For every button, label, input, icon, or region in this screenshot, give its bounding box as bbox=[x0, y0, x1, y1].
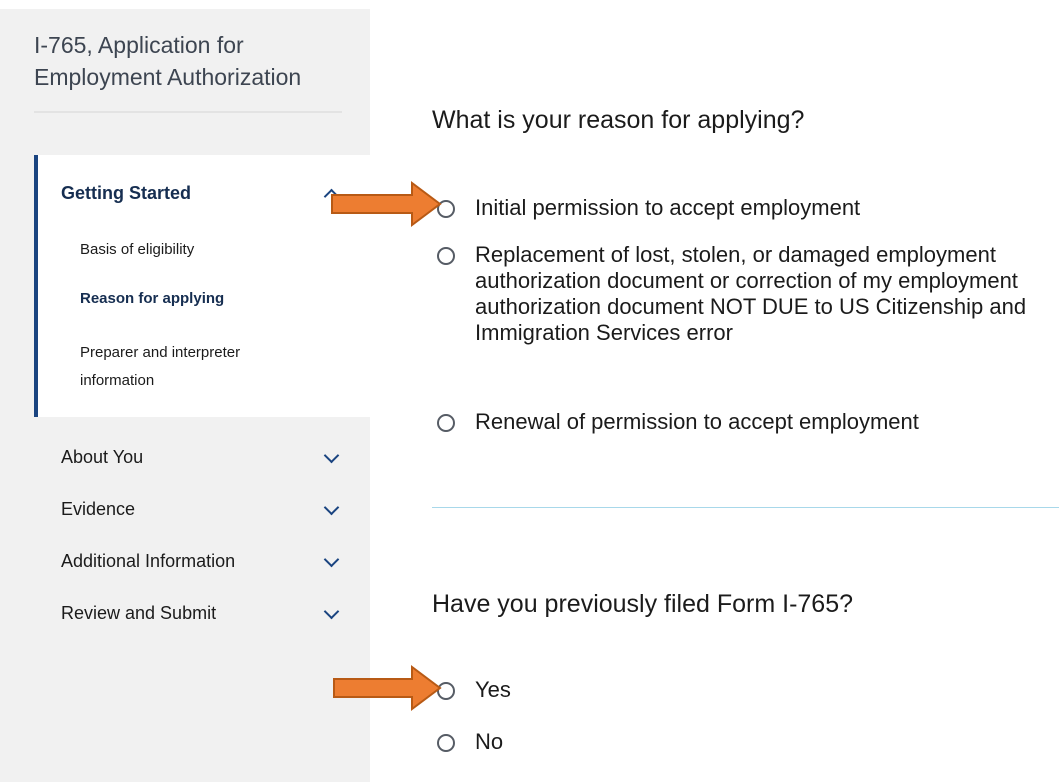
annotation-arrow-icon bbox=[333, 665, 442, 711]
chevron-down-icon bbox=[323, 447, 340, 463]
sidebar-section-about-you[interactable]: About You bbox=[61, 447, 341, 468]
sidebar-item-basis-of-eligibility[interactable]: Basis of eligibility bbox=[80, 236, 310, 264]
chevron-down-icon bbox=[323, 603, 340, 619]
sidebar-item-reason-for-applying[interactable]: Reason for applying bbox=[80, 285, 310, 313]
sidebar-section-label: Additional Information bbox=[61, 551, 236, 571]
radio-button[interactable] bbox=[437, 247, 455, 265]
annotation-arrow-icon bbox=[331, 181, 442, 227]
sidebar-divider bbox=[34, 111, 342, 113]
sidebar-nav: I-765, Application for Employment Author… bbox=[0, 9, 374, 782]
radio-button[interactable] bbox=[437, 414, 455, 432]
chevron-down-icon bbox=[323, 499, 340, 515]
sidebar-section-getting-started[interactable]: Getting Started bbox=[61, 183, 341, 204]
radio-option-renewal[interactable]: Renewal of permission to accept employme… bbox=[437, 409, 1047, 435]
arrow-shape bbox=[331, 181, 442, 227]
sidebar-item-preparer-and-interpreter[interactable]: Preparer and interpreter information bbox=[80, 339, 310, 395]
radio-label: Initial permission to accept employment bbox=[475, 195, 861, 220]
radio-label: Yes bbox=[475, 677, 511, 702]
radio-label: No bbox=[475, 729, 504, 754]
sidebar-section-label: Evidence bbox=[61, 499, 136, 519]
question-reason-for-applying: What is your reason for applying? bbox=[432, 106, 805, 134]
sidebar-section-review-and-submit[interactable]: Review and Submit bbox=[61, 603, 341, 624]
radio-label: Replacement of lost, stolen, or damaged … bbox=[475, 242, 1027, 345]
sidebar-section-label: About You bbox=[61, 447, 144, 467]
radio-option-no[interactable]: No bbox=[437, 729, 1047, 755]
radio-option-yes[interactable]: Yes bbox=[437, 677, 1047, 703]
question-previously-filed: Have you previously filed Form I-765? bbox=[432, 590, 854, 618]
form-title: I-765, Application for Employment Author… bbox=[34, 32, 302, 90]
sidebar-section-label: Review and Submit bbox=[61, 603, 217, 623]
chevron-down-icon bbox=[323, 551, 340, 567]
radio-label: Renewal of permission to accept employme… bbox=[475, 409, 919, 434]
section-divider bbox=[432, 507, 1059, 508]
radio-option-initial[interactable]: Initial permission to accept employment bbox=[437, 195, 1047, 221]
radio-button[interactable] bbox=[437, 734, 455, 752]
sidebar-section-label: Getting Started bbox=[61, 183, 192, 203]
arrow-shape bbox=[333, 665, 442, 711]
radio-option-replacement[interactable]: Replacement of lost, stolen, or damaged … bbox=[437, 242, 1047, 346]
sidebar-section-evidence[interactable]: Evidence bbox=[61, 499, 341, 520]
sidebar-section-additional-information[interactable]: Additional Information bbox=[61, 551, 341, 572]
